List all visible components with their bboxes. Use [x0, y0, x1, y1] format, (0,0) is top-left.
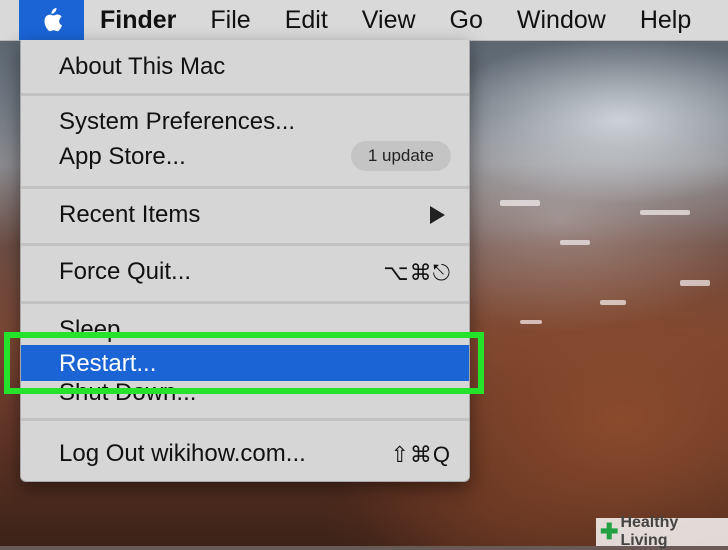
menu-separator [21, 186, 469, 189]
menu-item-label: App Store... [59, 143, 186, 170]
menu-item-log-out[interactable]: Log Out wikihow.com... ⇧⌘Q [21, 438, 469, 474]
menu-item-label: About This Mac [59, 53, 226, 80]
wallpaper-detail [500, 200, 540, 206]
wallpaper-detail [520, 320, 542, 324]
menu-file[interactable]: File [193, 0, 267, 40]
menu-finder[interactable]: Finder [84, 0, 193, 40]
menu-item-about-this-mac[interactable]: About This Mac [21, 50, 469, 84]
apple-dropdown-menu: About This Mac System Preferences... App… [20, 40, 470, 482]
menu-separator [21, 418, 469, 421]
menu-view[interactable]: View [345, 0, 433, 40]
menu-separator [21, 301, 469, 304]
wallpaper-detail [600, 300, 626, 305]
watermark: ✚ Healthy Living [596, 514, 728, 549]
restart-callout-highlight [4, 332, 484, 394]
apple-logo-icon [43, 7, 62, 32]
menu-help[interactable]: Help [623, 0, 708, 40]
menu-go[interactable]: Go [433, 0, 500, 40]
menu-item-force-quit[interactable]: Force Quit... ⌥⌘⎋ [21, 255, 469, 291]
menu-item-label: Force Quit... [59, 258, 192, 285]
menu-item-label: Recent Items [59, 201, 201, 228]
menu-item-label: Log Out wikihow.com... [59, 440, 306, 467]
menu-item-app-store[interactable]: App Store... 1 update [21, 140, 469, 176]
wallpaper-detail [640, 210, 690, 215]
shortcut-label: ⇧⌘Q [390, 442, 451, 467]
menu-item-system-preferences[interactable]: System Preferences... [21, 106, 469, 140]
menu-window[interactable]: Window [500, 0, 623, 40]
menu-item-recent-items[interactable]: Recent Items [21, 198, 469, 234]
submenu-arrow-icon [430, 206, 445, 224]
menu-separator [21, 243, 469, 246]
watermark-text: Healthy Living [620, 514, 679, 549]
menu-bar: Finder File Edit View Go Window Help [0, 0, 728, 41]
wallpaper-detail [680, 280, 710, 286]
menu-item-label: System Preferences... [59, 108, 296, 135]
apple-menu-button[interactable] [19, 0, 84, 40]
menu-separator [21, 93, 469, 96]
shortcut-label: ⌥⌘⎋ [383, 260, 451, 285]
plus-icon: ✚ [600, 519, 619, 544]
menu-edit[interactable]: Edit [268, 0, 345, 40]
wallpaper-detail [560, 240, 590, 245]
update-badge: 1 update [350, 141, 451, 171]
